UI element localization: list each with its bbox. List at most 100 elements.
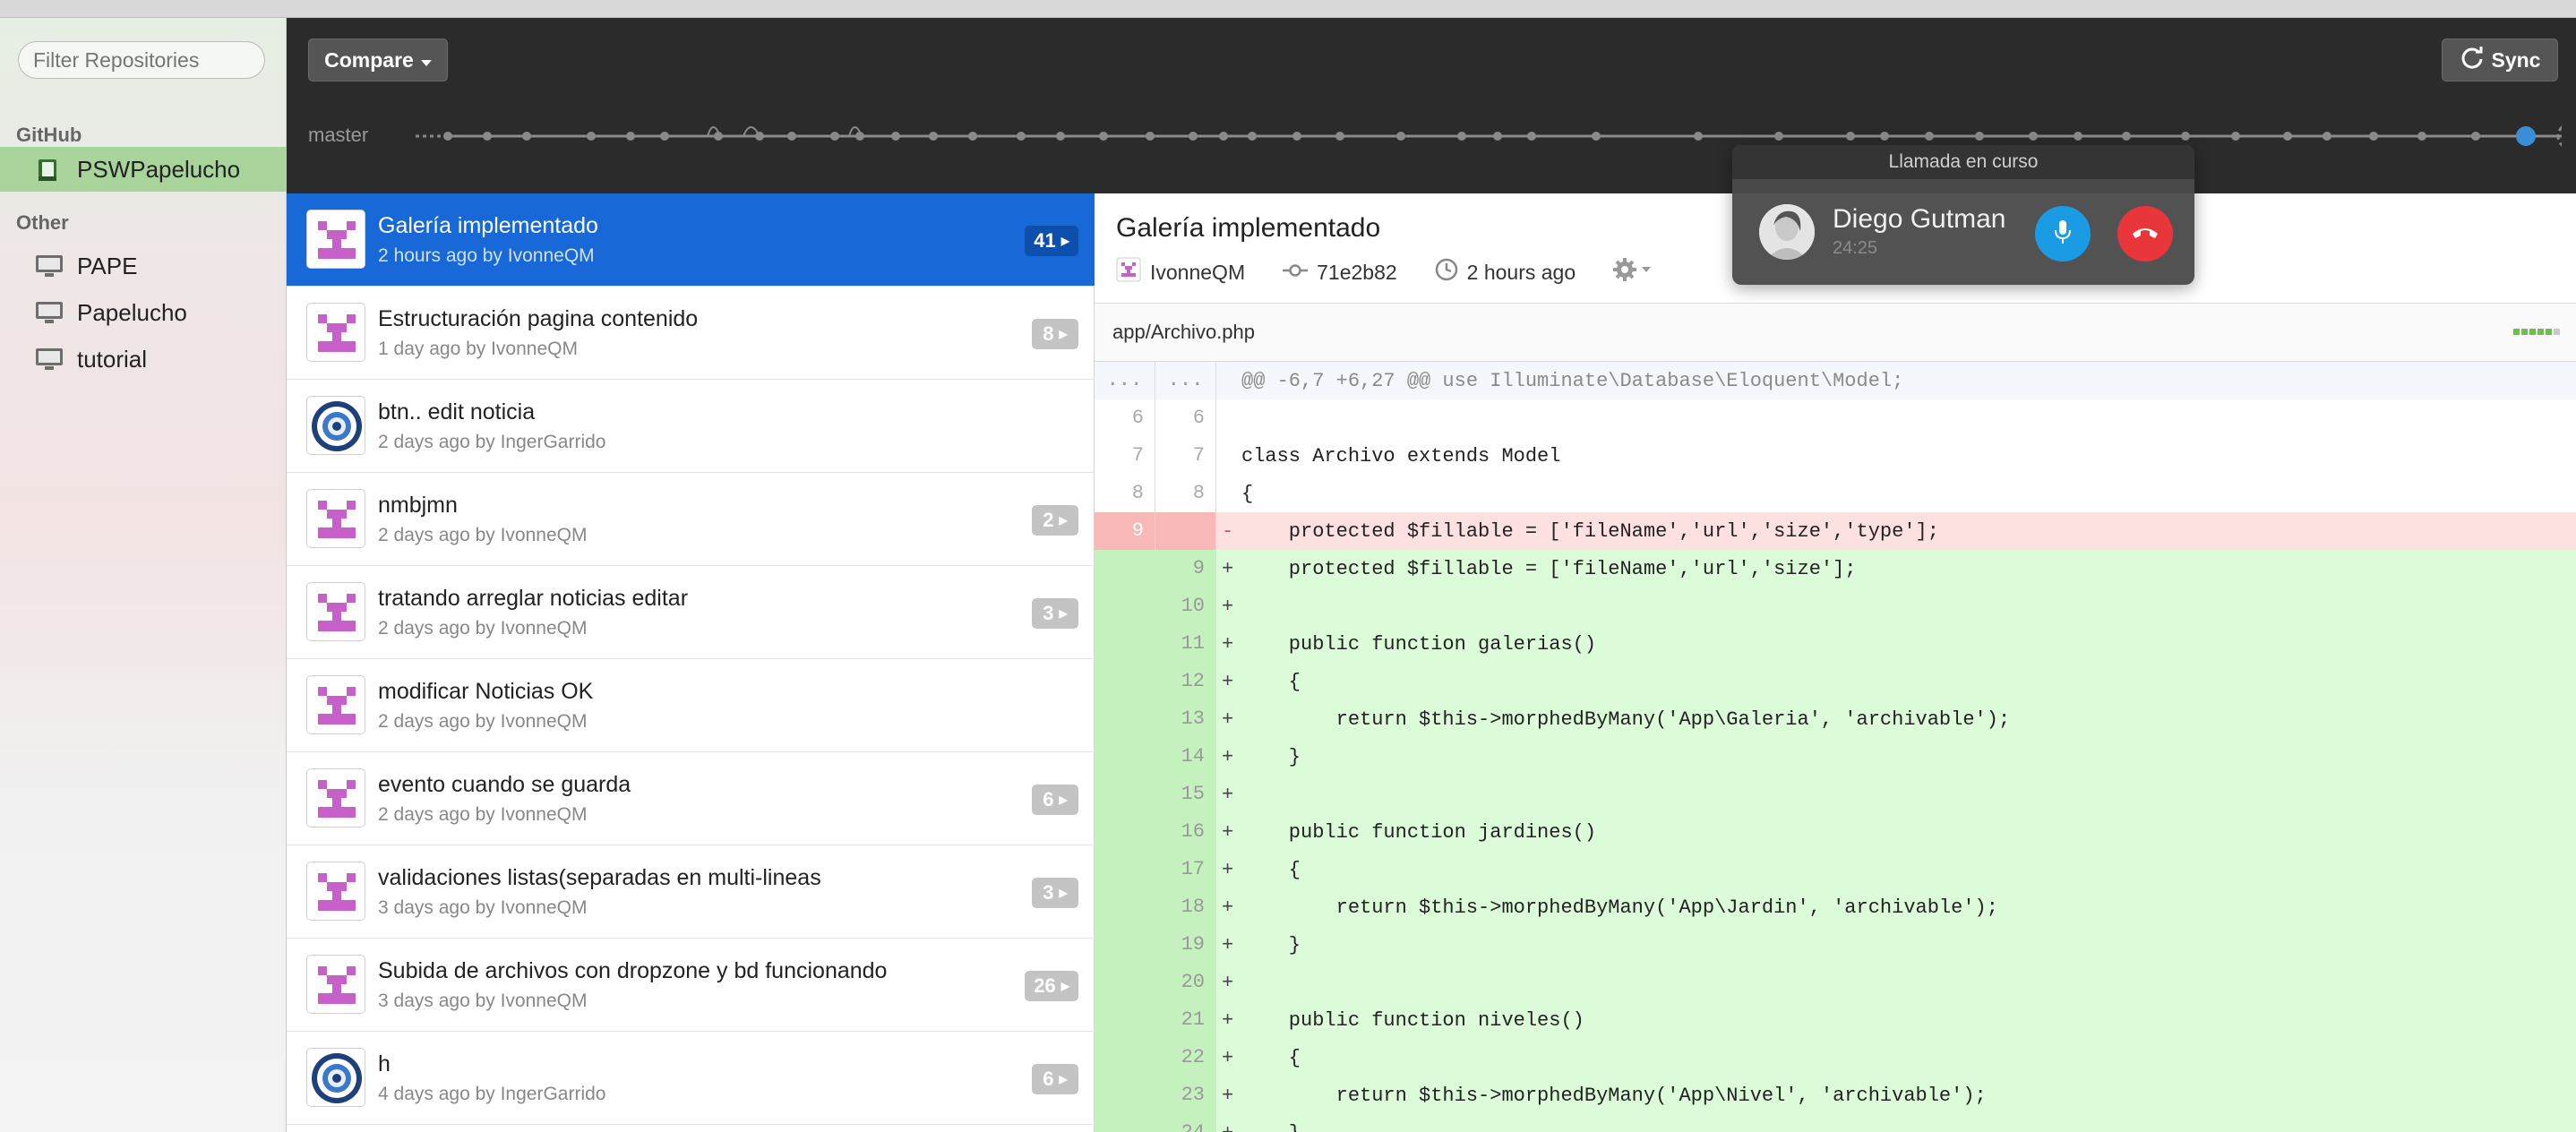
diff-line-added: 12 + {	[1095, 663, 2576, 700]
diff-code: class Archivo extends Model	[1241, 444, 1561, 467]
diff-code: {	[1241, 1046, 1301, 1069]
commit-history-list: Galería implementado 2 hours ago by Ivon…	[287, 193, 1095, 1132]
commit-title: btn.. edit noticia	[378, 399, 536, 424]
file-count-badge[interactable]: 41 ▶	[1025, 226, 1078, 256]
file-count-badge[interactable]: 3 ▶	[1032, 598, 1078, 629]
triangle-right-icon: ▶	[1059, 1073, 1068, 1085]
diff-line-added: 17 + {	[1095, 851, 2576, 888]
old-line-number	[1095, 1039, 1155, 1076]
repo-item-label: tutorial	[77, 345, 148, 373]
repo-item-pape[interactable]: PAPE	[0, 244, 287, 288]
diff-line-added: 14 + }	[1095, 738, 2576, 776]
commit-title: Galería implementado	[378, 213, 598, 238]
commit-row[interactable]: btn.. edit noticia 2 days ago by IngerGa…	[287, 380, 1095, 473]
microphone-button[interactable]	[2035, 206, 2091, 262]
diff-line-added: 18 + return $this->morphedByMany('App\Ja…	[1095, 888, 2576, 926]
diff-file-header[interactable]: app/Archivo.php	[1095, 303, 2576, 362]
diff-code: {	[1241, 670, 1301, 693]
old-line-number: 6	[1095, 399, 1155, 437]
branch-name: master	[308, 124, 369, 146]
call-duration: 24:25	[1833, 238, 1878, 258]
diff-view[interactable]: ... ... @@ -6,7 +6,27 @@ use Illuminate\…	[1095, 362, 2576, 1132]
commit-row[interactable]: validaciones listas(separadas en multi-l…	[287, 845, 1095, 939]
commit-title: h	[378, 1051, 391, 1076]
pink-identicon-avatar	[306, 768, 365, 828]
new-line-number: 24	[1155, 1114, 1216, 1132]
diff-line-added: 10 +	[1095, 587, 2576, 625]
new-line-number: 23	[1155, 1076, 1216, 1114]
commit-row[interactable]: nmbjmn 2 days ago by IvonneQM 2 ▶	[287, 473, 1095, 566]
blue-ring-avatar	[306, 396, 365, 455]
call-status-header: Llamada en curso	[1732, 145, 2194, 179]
file-count: 41	[1034, 229, 1056, 252]
new-line-number: 7	[1155, 437, 1216, 475]
diff-file-path: app/Archivo.php	[1112, 321, 1255, 343]
filter-repositories-input[interactable]	[18, 41, 265, 79]
new-line-number	[1155, 512, 1216, 550]
repo-item-label: PSWPapelucho	[77, 155, 241, 183]
repo-item-pswpapelucho[interactable]: PSWPapelucho	[0, 147, 287, 192]
commit-row[interactable]: modificar Noticias OK 2 days ago by Ivon…	[287, 659, 1095, 752]
old-line-number	[1095, 625, 1155, 663]
blue-ring-avatar	[306, 1048, 365, 1107]
new-line-number: ...	[1155, 362, 1216, 399]
diff-line-added: 20 +	[1095, 964, 2576, 1001]
author-identicon-icon	[1116, 257, 1141, 287]
file-count-badge[interactable]: 26 ▶	[1025, 971, 1078, 1001]
pink-identicon-avatar	[306, 489, 365, 548]
toolbar: Compare Sync master	[287, 18, 2576, 193]
commit-row[interactable]: evento cuando se guarda 2 days ago by Iv…	[287, 752, 1095, 845]
old-line-number: ...	[1095, 362, 1155, 399]
sync-label: Sync	[2491, 47, 2541, 72]
diff-marker: +	[1222, 1008, 1234, 1032]
new-line-number: 8	[1155, 475, 1216, 512]
file-count-badge[interactable]: 8 ▶	[1032, 319, 1078, 349]
commit-sha[interactable]: 71e2b82	[1317, 261, 1397, 285]
file-count-badge[interactable]: 3 ▶	[1032, 878, 1078, 908]
commit-author[interactable]: IvonneQM	[1150, 261, 1245, 285]
repo-item-tutorial[interactable]: tutorial	[0, 337, 287, 382]
diff-code: return $this->morphedByMany('App\Galeria…	[1241, 708, 2011, 731]
sync-icon	[2460, 45, 2485, 75]
old-line-number: 8	[1095, 475, 1155, 512]
commit-row[interactable]: Estructuración pagina contenido 1 day ag…	[287, 287, 1095, 380]
diff-line-added: 15 +	[1095, 776, 2576, 813]
commit-timeline[interactable]	[412, 111, 2562, 161]
diff-code: return $this->morphedByMany('App\Nivel',…	[1241, 1084, 1987, 1107]
phone-hangup-icon	[2131, 223, 2160, 245]
file-count-badge[interactable]: 6 ▶	[1032, 785, 1078, 815]
diff-line-added: 23 + return $this->morphedByMany('App\Ni…	[1095, 1076, 2576, 1114]
file-count-badge[interactable]: 6 ▶	[1032, 1064, 1078, 1094]
pink-identicon-avatar	[306, 675, 365, 734]
diff-marker: +	[1222, 858, 1234, 881]
commit-row[interactable]: Galería implementado 2 hours ago by Ivon…	[287, 193, 1095, 287]
old-line-number: 9	[1095, 512, 1155, 550]
diff-code: }	[1241, 933, 1301, 956]
new-line-number: 15	[1155, 776, 1216, 813]
diffstat-bar	[2513, 329, 2560, 335]
commit-row[interactable]: Subida de archivos con dropzone y bd fun…	[287, 939, 1095, 1032]
caret-down-icon	[420, 48, 432, 73]
diff-code: {	[1241, 482, 1254, 505]
commit-row[interactable]: h 4 days ago by IngerGarrido 6 ▶	[287, 1032, 1095, 1125]
computer-icon	[34, 253, 64, 279]
diff-marker: +	[1222, 820, 1234, 844]
diff-code: {	[1241, 858, 1301, 881]
diff-code: protected $fillable = ['fileName','url',…	[1241, 557, 1857, 580]
file-count: 6	[1043, 788, 1054, 810]
diff-marker: +	[1222, 971, 1234, 994]
commit-row[interactable]: tratando arreglar noticias editar 2 days…	[287, 566, 1095, 659]
diff-code: }	[1238, 1122, 1301, 1132]
old-line-number	[1095, 813, 1155, 851]
triangle-right-icon: ▶	[1060, 980, 1069, 992]
compare-button[interactable]: Compare	[308, 39, 448, 81]
file-count-badge[interactable]: 2 ▶	[1032, 505, 1078, 536]
call-in-progress-panel[interactable]: Llamada en curso Diego Gutman 24:25	[1732, 145, 2194, 285]
section-github-label: GitHub	[16, 124, 82, 146]
gear-menu-icon[interactable]	[1613, 258, 1654, 287]
repo-item-papelucho[interactable]: Papelucho	[0, 290, 287, 335]
triangle-right-icon: ▶	[1059, 793, 1068, 806]
sync-button[interactable]: Sync	[2442, 39, 2558, 81]
hang-up-button[interactable]	[2117, 206, 2173, 262]
file-count: 2	[1043, 509, 1054, 531]
